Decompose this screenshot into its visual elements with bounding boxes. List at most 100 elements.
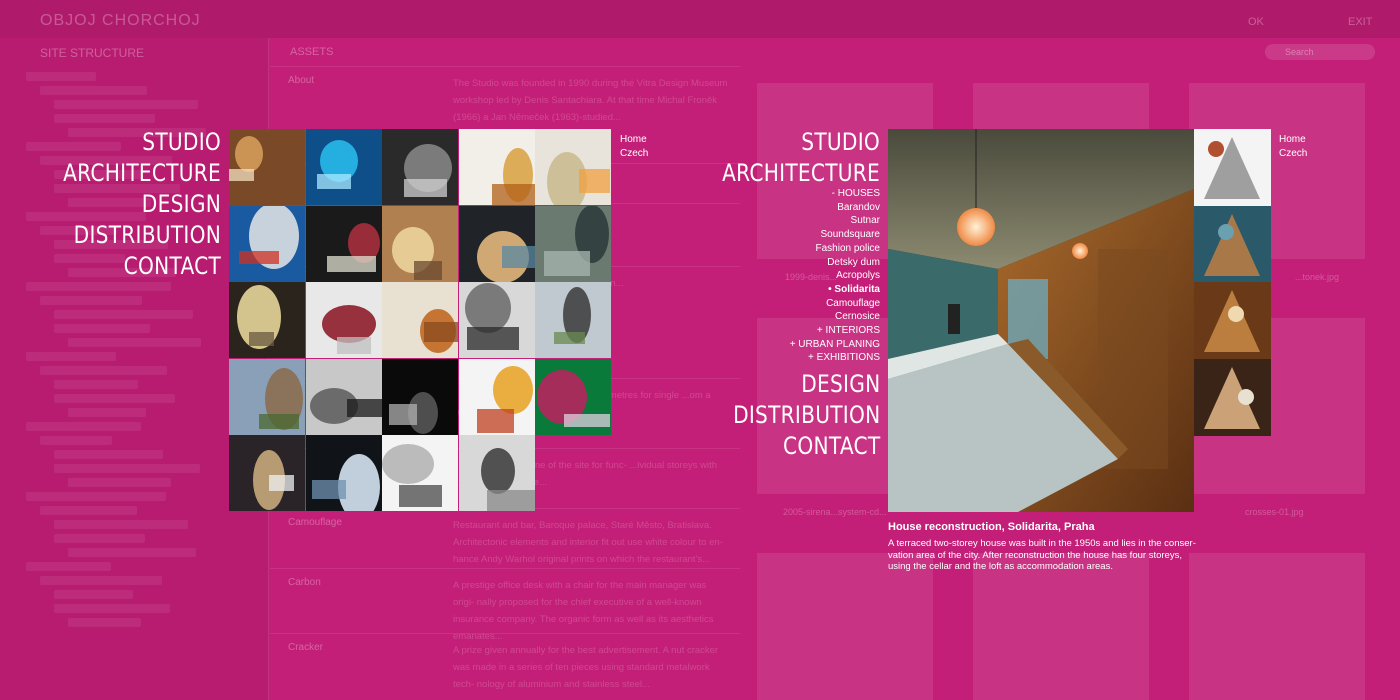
- submenu-item[interactable]: Sutnar: [790, 214, 880, 228]
- cms-tree-item[interactable]: [54, 450, 163, 459]
- cms-exit-button[interactable]: EXIT: [1348, 16, 1372, 28]
- cms-tree-item[interactable]: [68, 618, 141, 627]
- wooden-stair-icon[interactable]: [1194, 282, 1271, 359]
- submenu-item[interactable]: + EXHIBITIONS: [790, 351, 880, 365]
- yellow-lamp-icon[interactable]: [458, 358, 535, 435]
- light-cross-icon[interactable]: [229, 282, 305, 359]
- cms-tree-item[interactable]: [54, 590, 133, 599]
- submenu-item[interactable]: Camouflage: [790, 297, 880, 311]
- cms-tree-item[interactable]: [54, 534, 145, 543]
- submenu-item[interactable]: Detsky dum: [790, 256, 880, 270]
- bedroom-interior-icon[interactable]: [888, 129, 1194, 512]
- right-lang-link-home[interactable]: Home: [1279, 133, 1307, 147]
- dining-room-icon[interactable]: [1194, 358, 1271, 436]
- building-red-icon[interactable]: [229, 205, 305, 282]
- cat-photo-icon[interactable]: [458, 435, 535, 512]
- light-sticks-icon[interactable]: [382, 205, 459, 282]
- vase-dark-icon[interactable]: [305, 205, 382, 282]
- left-menu-item-distribution[interactable]: DISTRIBUTION: [63, 220, 221, 251]
- cms-tree-item[interactable]: [68, 408, 146, 417]
- left-lang-link-home[interactable]: Home: [620, 133, 648, 147]
- cms-tree-item[interactable]: [40, 576, 162, 585]
- submenu-item[interactable]: Fashion police: [790, 242, 880, 256]
- left-menu-item-architecture[interactable]: ARCHITECTURE: [63, 158, 221, 189]
- cms-tree-item[interactable]: [26, 422, 141, 431]
- cms-tree-item[interactable]: [54, 394, 175, 403]
- wine-glasses-icon[interactable]: [305, 282, 382, 359]
- cms-tree-item[interactable]: [68, 338, 201, 347]
- right-menu-item-distribution[interactable]: DISTRIBUTION: [733, 400, 880, 431]
- submenu-item[interactable]: Soundsquare: [790, 228, 881, 242]
- cms-tree-item[interactable]: [68, 548, 196, 557]
- right-lang-link-czech[interactable]: Czech: [1279, 147, 1307, 161]
- cms-asset-tile[interactable]: [1189, 553, 1365, 700]
- orange-block-icon[interactable]: [382, 282, 459, 359]
- barn-house-icon[interactable]: [229, 358, 305, 435]
- cms-tree-item[interactable]: [54, 520, 188, 529]
- cms-asset-tile[interactable]: [973, 553, 1149, 700]
- left-menu-item-studio[interactable]: STUDIO: [63, 127, 221, 158]
- green-bowl-icon[interactable]: [535, 205, 612, 282]
- glassware-dark-icon[interactable]: [382, 358, 459, 435]
- cms-tree-item[interactable]: [54, 100, 198, 109]
- submenu-item[interactable]: Barandov: [790, 201, 880, 215]
- modern-house-icon[interactable]: [535, 282, 612, 359]
- blue-glass-icon[interactable]: [305, 129, 382, 205]
- beer-glasses-icon[interactable]: [458, 129, 535, 205]
- cms-tree-item[interactable]: [26, 282, 171, 291]
- right-menu-item-architecture[interactable]: ARCHITECTURE: [722, 158, 880, 189]
- neon-flower-icon[interactable]: [305, 435, 382, 512]
- submenu-item[interactable]: - HOUSES: [790, 187, 880, 201]
- cms-tree-item[interactable]: [54, 114, 155, 123]
- cms-tree-item[interactable]: [54, 380, 138, 389]
- cms-tree-item[interactable]: [26, 352, 116, 361]
- left-menu-item-design[interactable]: DESIGN: [63, 189, 221, 220]
- portrait-glasses-icon[interactable]: [382, 129, 459, 205]
- glass-wall-icon[interactable]: [1194, 205, 1271, 283]
- cms-asset-row[interactable]: About The Studio was founded in 1990 duri…: [270, 66, 740, 123]
- submenu-item[interactable]: • Solidarita: [790, 283, 880, 297]
- cms-tree-item[interactable]: [54, 464, 200, 473]
- portrait-smile-icon[interactable]: [305, 358, 382, 435]
- right-main-menu-top: STUDIO ARCHITECTURE: [692, 127, 880, 189]
- interior-orange-icon[interactable]: [229, 129, 305, 205]
- cms-tree-item[interactable]: [40, 86, 147, 95]
- left-menu-item-contact[interactable]: CONTACT: [63, 251, 221, 282]
- submenu-item[interactable]: Cernosice: [790, 310, 880, 324]
- cms-asset-name: Carbon: [288, 577, 321, 588]
- right-menu-item-design[interactable]: DESIGN: [733, 369, 880, 400]
- cms-asset-tile[interactable]: [757, 553, 933, 700]
- cms-tree-item[interactable]: [26, 72, 96, 81]
- glass-vase-icon[interactable]: [382, 435, 459, 512]
- submenu-item[interactable]: + URBAN PLANING: [790, 338, 880, 352]
- cms-asset-description: The Studio was founded in 1990 during th…: [453, 78, 728, 123]
- cms-tree-item[interactable]: [40, 296, 142, 305]
- cms-asset-row[interactable]: Carbon A prestige office desk with a chai…: [270, 568, 740, 642]
- cms-tree-item[interactable]: [26, 562, 111, 571]
- cms-tree-item[interactable]: [54, 310, 193, 319]
- cms-tree-item[interactable]: [54, 604, 170, 613]
- left-lang-link-czech[interactable]: Czech: [620, 147, 648, 161]
- shop-interior-icon[interactable]: [229, 435, 305, 512]
- submenu-item[interactable]: + INTERIORS: [790, 324, 880, 338]
- house-section-icon[interactable]: [1194, 129, 1271, 206]
- cms-search-input[interactable]: Search: [1265, 44, 1375, 60]
- cms-asset-row[interactable]: Cracker A prize given annually for the be…: [270, 633, 740, 690]
- shelf-room-icon[interactable]: [535, 129, 612, 205]
- green-vase-icon[interactable]: [535, 358, 612, 435]
- lamp-glow-icon[interactable]: [458, 205, 535, 282]
- cms-tree-item[interactable]: [54, 324, 150, 333]
- project-caption-text: A terraced two-storey house was built in…: [888, 538, 1198, 573]
- cms-ok-button[interactable]: OK: [1248, 16, 1264, 28]
- cms-tab-assets[interactable]: ASSETS: [290, 46, 333, 58]
- cms-tile-caption: 2005-sirena...system-cd...: [783, 507, 887, 517]
- submenu-item[interactable]: Acropolys: [790, 269, 880, 283]
- cms-tree-item[interactable]: [40, 436, 112, 445]
- right-menu-item-studio[interactable]: STUDIO: [722, 127, 880, 158]
- cms-tree-item[interactable]: [40, 366, 167, 375]
- cms-tree-item[interactable]: [68, 478, 171, 487]
- portrait-man-icon[interactable]: [458, 282, 535, 359]
- cms-tree-item[interactable]: [40, 506, 137, 515]
- right-menu-item-contact[interactable]: CONTACT: [733, 431, 880, 462]
- cms-tree-item[interactable]: [26, 492, 166, 501]
